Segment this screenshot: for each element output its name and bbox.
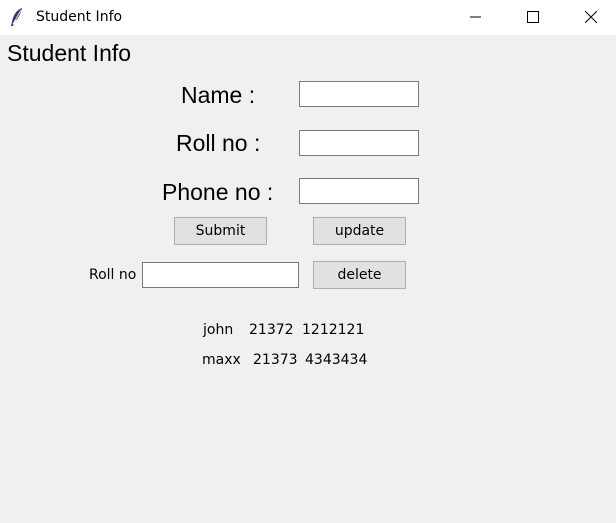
update-button[interactable]: update xyxy=(313,217,406,245)
delete-roll-no-label: Roll no xyxy=(89,267,137,283)
minimize-button[interactable] xyxy=(453,0,499,35)
title-bar: Student Info xyxy=(0,0,616,35)
record-phone: 1212121 xyxy=(302,322,365,338)
submit-button[interactable]: Submit xyxy=(174,217,267,245)
maximize-button[interactable] xyxy=(510,0,556,35)
name-field[interactable] xyxy=(299,81,419,107)
delete-button[interactable]: delete xyxy=(313,261,406,289)
phone-no-label: Phone no : xyxy=(162,179,274,205)
record-roll: 21373 xyxy=(253,352,298,368)
record-name: john xyxy=(203,322,234,338)
record-roll: 21372 xyxy=(249,322,294,338)
window-title: Student Info xyxy=(36,9,123,25)
page-title: Student Info xyxy=(7,40,132,66)
close-icon xyxy=(585,11,597,23)
record-phone: 4343434 xyxy=(305,352,368,368)
record-name: maxx xyxy=(202,352,241,368)
close-button[interactable] xyxy=(568,0,614,35)
minimize-icon xyxy=(470,16,481,18)
phone-no-field[interactable] xyxy=(299,178,419,204)
roll-no-field[interactable] xyxy=(299,130,419,156)
feather-icon xyxy=(9,7,25,27)
delete-roll-no-field[interactable] xyxy=(142,262,299,288)
name-label: Name : xyxy=(181,82,256,108)
roll-no-label: Roll no : xyxy=(176,130,261,156)
maximize-icon xyxy=(527,11,539,23)
